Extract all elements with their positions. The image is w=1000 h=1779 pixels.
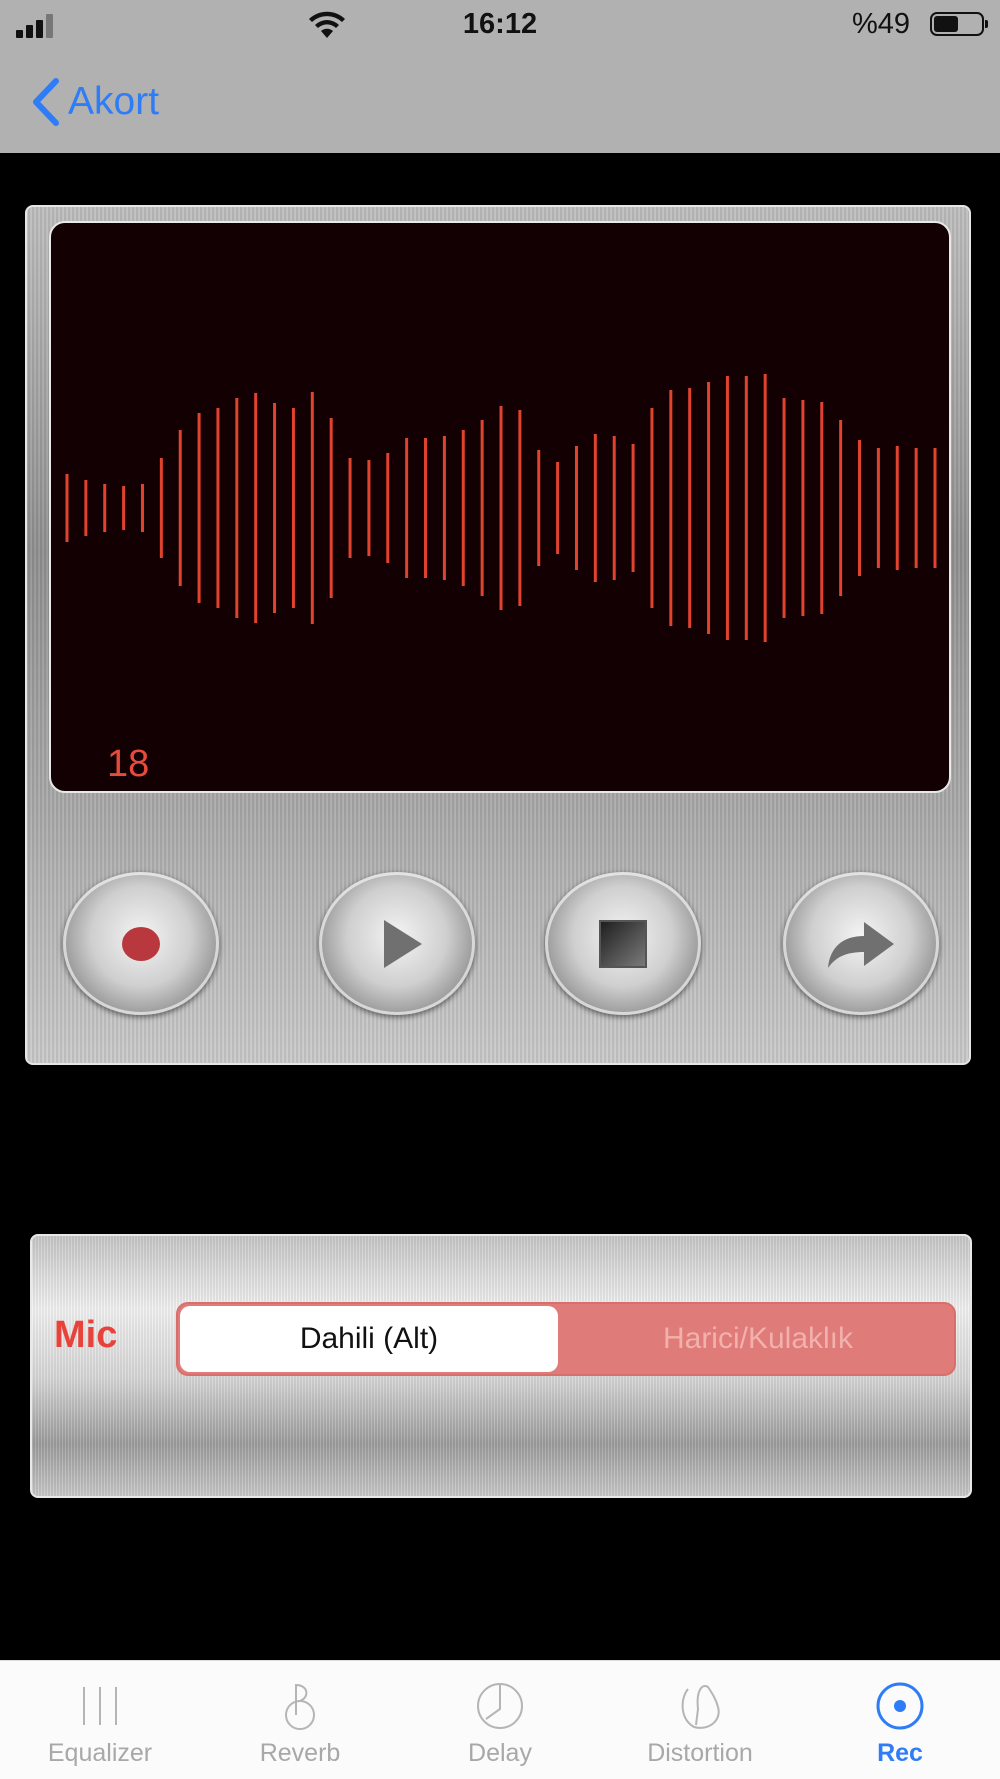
tab-distortion[interactable]: Distortion (600, 1661, 800, 1779)
segment-option-internal[interactable]: Dahili (Alt) (180, 1306, 558, 1372)
record-icon (122, 926, 160, 961)
top-bar: 16:12 %49 Akort (0, 0, 1000, 153)
distortion-icon (681, 1685, 720, 1729)
tab-delay[interactable]: Delay (400, 1661, 600, 1779)
back-button[interactable]: Akort (28, 72, 159, 132)
play-icon (384, 919, 422, 968)
status-time: 16:12 (462, 8, 538, 40)
tab-label: Delay (468, 1739, 532, 1767)
tab-bar: Equalizer Reverb Delay Distortion Rec (0, 1660, 1000, 1779)
rec-icon (876, 1682, 924, 1730)
play-button[interactable] (319, 872, 475, 1015)
reverb-icon (285, 1683, 315, 1730)
tab-rec[interactable]: Rec (800, 1661, 1000, 1779)
tab-equalizer[interactable]: Equalizer (0, 1661, 200, 1779)
chevron-left-icon (33, 78, 59, 126)
record-button[interactable] (63, 872, 219, 1015)
recorder-panel: 18 (25, 205, 971, 1065)
battery-icon (930, 12, 988, 36)
waveform (65, 374, 937, 642)
mic-panel: Mic Dahili (Alt) Harici/Kulaklık (30, 1234, 972, 1498)
tab-label: Reverb (259, 1739, 341, 1767)
stop-icon (599, 919, 647, 968)
waveform-display: 18 (49, 221, 951, 793)
stop-button[interactable] (545, 872, 701, 1015)
tab-label: Equalizer (47, 1739, 153, 1767)
share-arrow-icon (828, 921, 894, 968)
delay-icon (477, 1683, 523, 1729)
share-button[interactable] (783, 872, 939, 1015)
tab-label: Distortion (647, 1739, 753, 1767)
battery-percentage: %49 (851, 8, 910, 40)
back-label: Akort (68, 80, 160, 123)
mic-label: Mic (54, 1314, 118, 1356)
tab-label: Rec (877, 1739, 923, 1767)
recording-counter: 18 (107, 743, 150, 785)
mic-source-segmented-control[interactable]: Dahili (Alt) Harici/Kulaklık (176, 1302, 956, 1376)
equalizer-icon (83, 1687, 117, 1725)
segment-option-external[interactable]: Harici/Kulaklık (562, 1304, 954, 1374)
tab-reverb[interactable]: Reverb (200, 1661, 400, 1779)
